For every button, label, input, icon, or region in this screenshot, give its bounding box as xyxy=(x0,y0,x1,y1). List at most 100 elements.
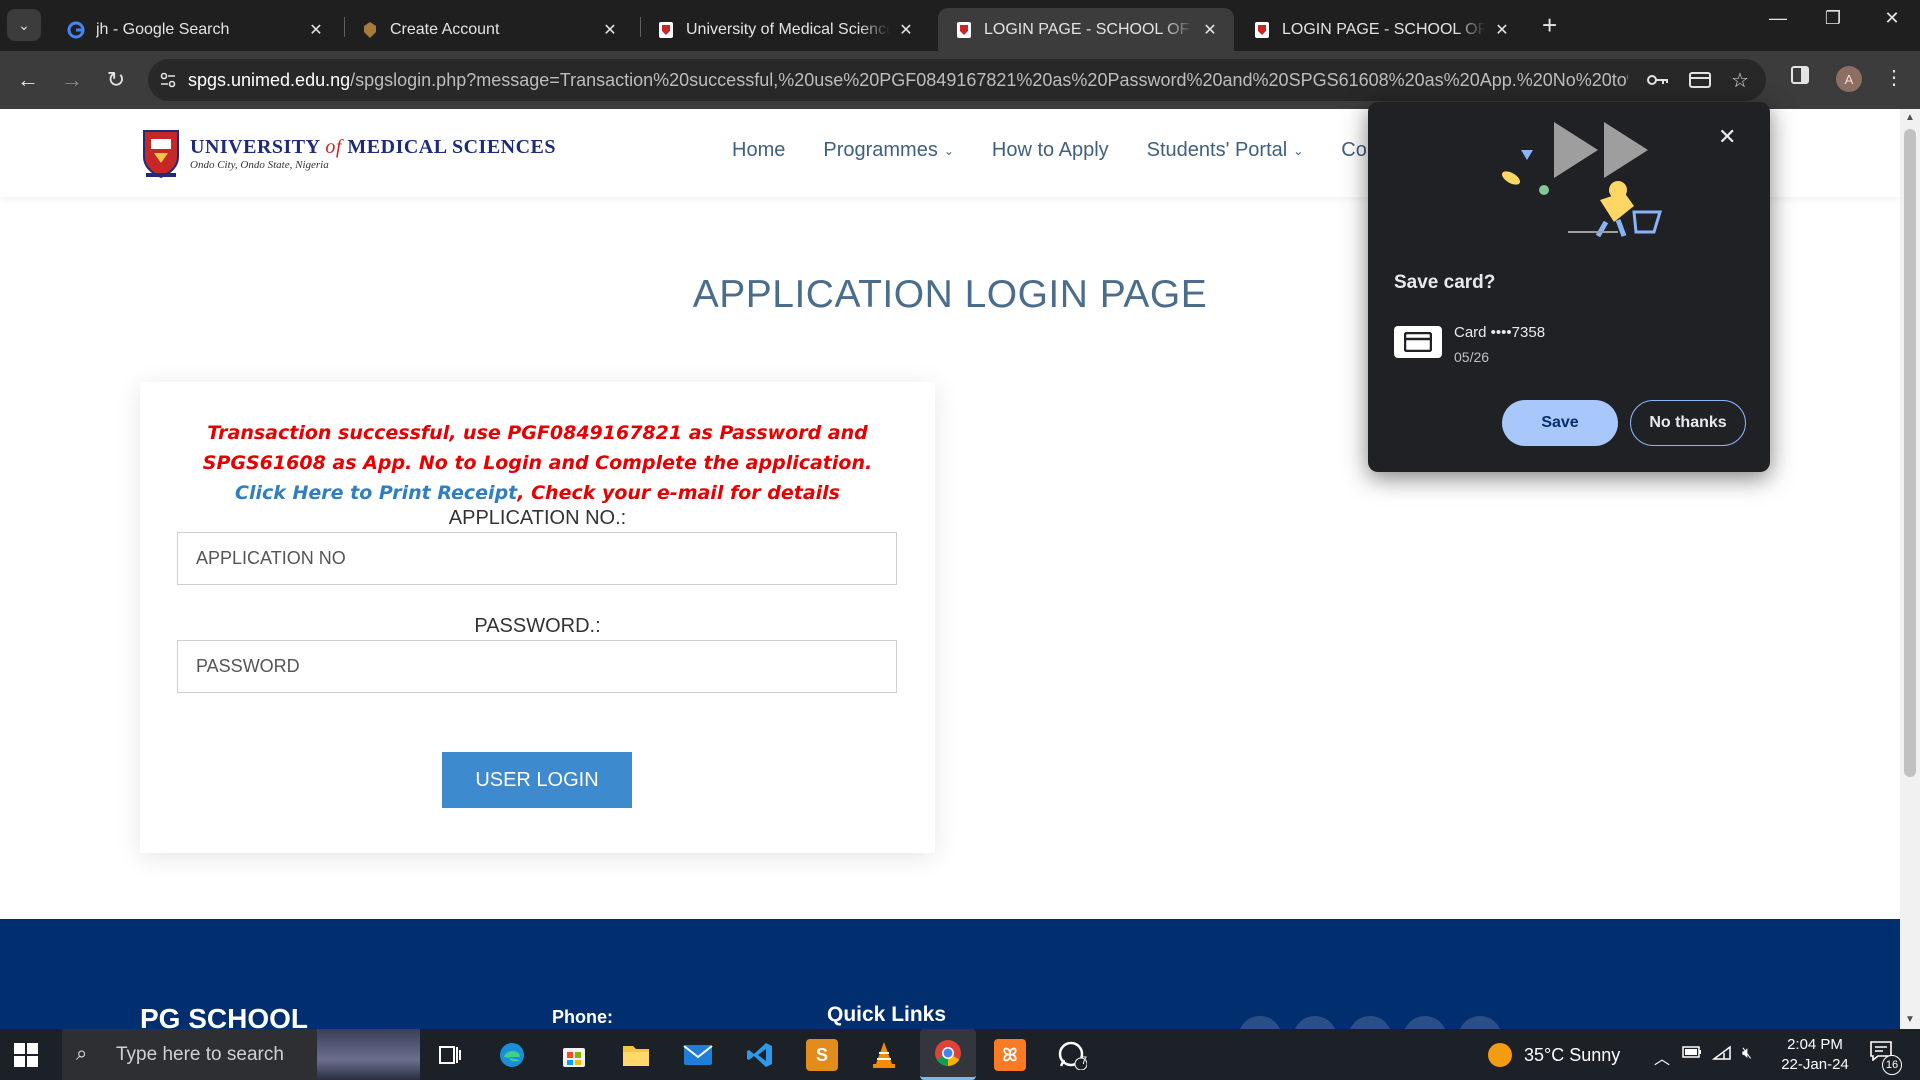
save-button[interactable]: Save xyxy=(1502,400,1618,446)
tab-title: Create Account xyxy=(390,20,500,38)
site-info-icon[interactable] xyxy=(148,71,188,89)
search-placeholder: Type here to search xyxy=(116,1043,284,1065)
close-window-button[interactable]: ✕ xyxy=(1872,8,1912,29)
mail-icon[interactable] xyxy=(682,1039,714,1071)
chevron-down-icon: ⌄ xyxy=(943,143,954,158)
vscode-icon[interactable] xyxy=(744,1039,776,1071)
chrome-icon[interactable] xyxy=(920,1029,976,1080)
weather-text: 35°C Sunny xyxy=(1524,1044,1621,1065)
credit-card-icon[interactable] xyxy=(1688,68,1712,92)
task-view-icon[interactable] xyxy=(434,1039,466,1071)
key-icon[interactable] xyxy=(1646,68,1670,92)
vlc-icon[interactable] xyxy=(868,1039,900,1071)
tab-title: University of Medical Sciences, O xyxy=(686,20,890,38)
card-number: Card ••••7358 xyxy=(1454,324,1546,341)
twitter-icon[interactable] xyxy=(1238,1016,1282,1029)
tab-title: jh - Google Search xyxy=(96,20,230,38)
nav-how-to-apply[interactable]: How to Apply xyxy=(992,139,1109,162)
tab-google-search[interactable]: jh - Google Search ✕ xyxy=(50,8,340,51)
search-highlight-image xyxy=(317,1029,420,1080)
scroll-thumb[interactable] xyxy=(1904,129,1916,777)
tab-title: LOGIN PAGE - SCHOOL OF POS xyxy=(984,20,1194,38)
tab-login-page[interactable]: LOGIN PAGE - SCHOOL OF POS ✕ xyxy=(1236,8,1526,51)
university-logo[interactable]: UNIVERSITY of MEDICAL SCIENCES Ondo City… xyxy=(140,127,556,179)
taskbar-search[interactable]: ⌕ Type here to search xyxy=(62,1029,420,1080)
close-icon[interactable]: ✕ xyxy=(1200,20,1220,40)
reload-button[interactable]: ↻ xyxy=(100,64,132,96)
password-label: PASSWORD.: xyxy=(474,615,601,637)
nav-label: Programmes xyxy=(823,139,938,161)
more-menu-icon[interactable]: ⋮ xyxy=(1884,65,1904,90)
system-clock[interactable]: 2:04 PM 22-Jan-24 xyxy=(1770,1035,1860,1075)
login-card: Transaction successful, use PGF084916782… xyxy=(140,382,935,853)
close-icon[interactable]: ✕ xyxy=(306,20,326,40)
bookmark-star-icon[interactable]: ☆ xyxy=(1728,68,1752,92)
microsoft-store-icon[interactable] xyxy=(558,1039,590,1071)
url-path: /spgslogin.php?message=Transaction%20suc… xyxy=(350,69,1628,90)
application-no-input[interactable]: APPLICATION NO xyxy=(177,532,897,585)
success-message: Transaction successful, use PGF084916782… xyxy=(202,422,873,474)
chevron-up-icon[interactable]: ︿ xyxy=(1654,1045,1670,1069)
sun-icon xyxy=(1488,1043,1512,1067)
close-icon[interactable]: ✕ xyxy=(1718,124,1736,150)
card-expiry: 05/26 xyxy=(1454,349,1490,365)
scroll-down-icon[interactable]: ▼ xyxy=(1900,1014,1920,1025)
forward-button[interactable]: → xyxy=(56,64,88,96)
no-thanks-button[interactable]: No thanks xyxy=(1630,400,1746,446)
sublime-text-icon[interactable]: S xyxy=(806,1039,838,1071)
notification-count: 16 xyxy=(1882,1055,1902,1075)
close-icon[interactable]: ✕ xyxy=(896,20,916,40)
shopping-illustration xyxy=(1501,122,1663,238)
nav-programmes[interactable]: Programmes ⌄ xyxy=(823,139,954,162)
tab-create-account[interactable]: Create Account ✕ xyxy=(344,8,634,51)
restore-button[interactable]: ❐ xyxy=(1813,8,1853,29)
instagram-icon[interactable] xyxy=(1348,1016,1392,1029)
edge-icon[interactable] xyxy=(496,1039,528,1071)
nav-label: Students' Portal xyxy=(1146,139,1288,161)
wifi-icon[interactable] xyxy=(1711,1045,1732,1066)
minimize-button[interactable]: — xyxy=(1758,8,1798,29)
nav-contact[interactable]: Co xyxy=(1341,139,1367,162)
facebook-icon[interactable] xyxy=(1293,1016,1337,1029)
tab-search-button[interactable]: ⌄ xyxy=(7,9,41,41)
back-button[interactable]: ← xyxy=(12,64,44,96)
profile-avatar[interactable]: A xyxy=(1836,66,1862,92)
battery-icon[interactable] xyxy=(1682,1045,1702,1063)
file-explorer-icon[interactable] xyxy=(620,1039,652,1071)
scroll-up-icon[interactable]: ▲ xyxy=(1900,112,1920,123)
password-input[interactable]: PASSWORD xyxy=(177,640,897,693)
unimed-icon xyxy=(1252,20,1272,40)
print-receipt-link[interactable]: Click Here to Print Receipt xyxy=(235,482,517,504)
main-nav: Home Programmes ⌄ How to Apply Students' … xyxy=(732,139,1367,162)
youtube-icon[interactable] xyxy=(1403,1016,1447,1029)
volume-muted-icon[interactable]: 🔇︎ xyxy=(1742,1045,1752,1063)
new-tab-button[interactable]: + xyxy=(1542,10,1557,41)
page-scrollbar[interactable]: ▲ ▼ xyxy=(1900,109,1920,1029)
save-card-dialog: ✕ Save card? Card ••••7358 05/26 Save No… xyxy=(1368,102,1770,472)
search-icon: ⌕ xyxy=(76,1043,88,1065)
close-icon[interactable]: ✕ xyxy=(1492,20,1512,40)
user-login-button[interactable]: USER LOGIN xyxy=(442,752,632,808)
clock-date: 22-Jan-24 xyxy=(1781,1056,1849,1073)
weather-widget[interactable]: 35°C Sunny xyxy=(1488,1043,1620,1067)
nav-students-portal[interactable]: Students' Portal ⌄ xyxy=(1147,139,1304,162)
address-bar[interactable]: spgs.unimed.edu.ng/spgslogin.php?message… xyxy=(148,59,1766,101)
tab-university[interactable]: University of Medical Sciences, O ✕ xyxy=(640,8,930,51)
linkedin-icon[interactable] xyxy=(1458,1016,1502,1029)
logo-word-university: UNIVERSITY xyxy=(190,135,320,158)
nav-home[interactable]: Home xyxy=(732,139,785,162)
url-text[interactable]: spgs.unimed.edu.ng/spgslogin.php?message… xyxy=(188,70,1628,91)
chevron-down-icon: ⌄ xyxy=(18,16,30,33)
unimed-icon xyxy=(954,20,974,40)
logo-word-of: of xyxy=(325,135,342,158)
xampp-icon[interactable]: ꕤ xyxy=(994,1039,1026,1071)
whatsapp-badge: 7 xyxy=(1080,1055,1088,1067)
windows-start-icon[interactable] xyxy=(14,1043,38,1067)
browser-toolbar: ← → ↻ spgs.unimed.edu.ng/spgslogin.php?m… xyxy=(0,51,1920,109)
url-host: spgs.unimed.edu.ng xyxy=(188,69,351,90)
clock-time: 2:04 PM xyxy=(1787,1036,1843,1053)
tab-login-page-active[interactable]: LOGIN PAGE - SCHOOL OF POS ✕ xyxy=(938,8,1234,51)
close-icon[interactable]: ✕ xyxy=(600,20,620,40)
side-panel-icon[interactable] xyxy=(1790,65,1810,91)
university-crest-icon xyxy=(143,130,179,179)
